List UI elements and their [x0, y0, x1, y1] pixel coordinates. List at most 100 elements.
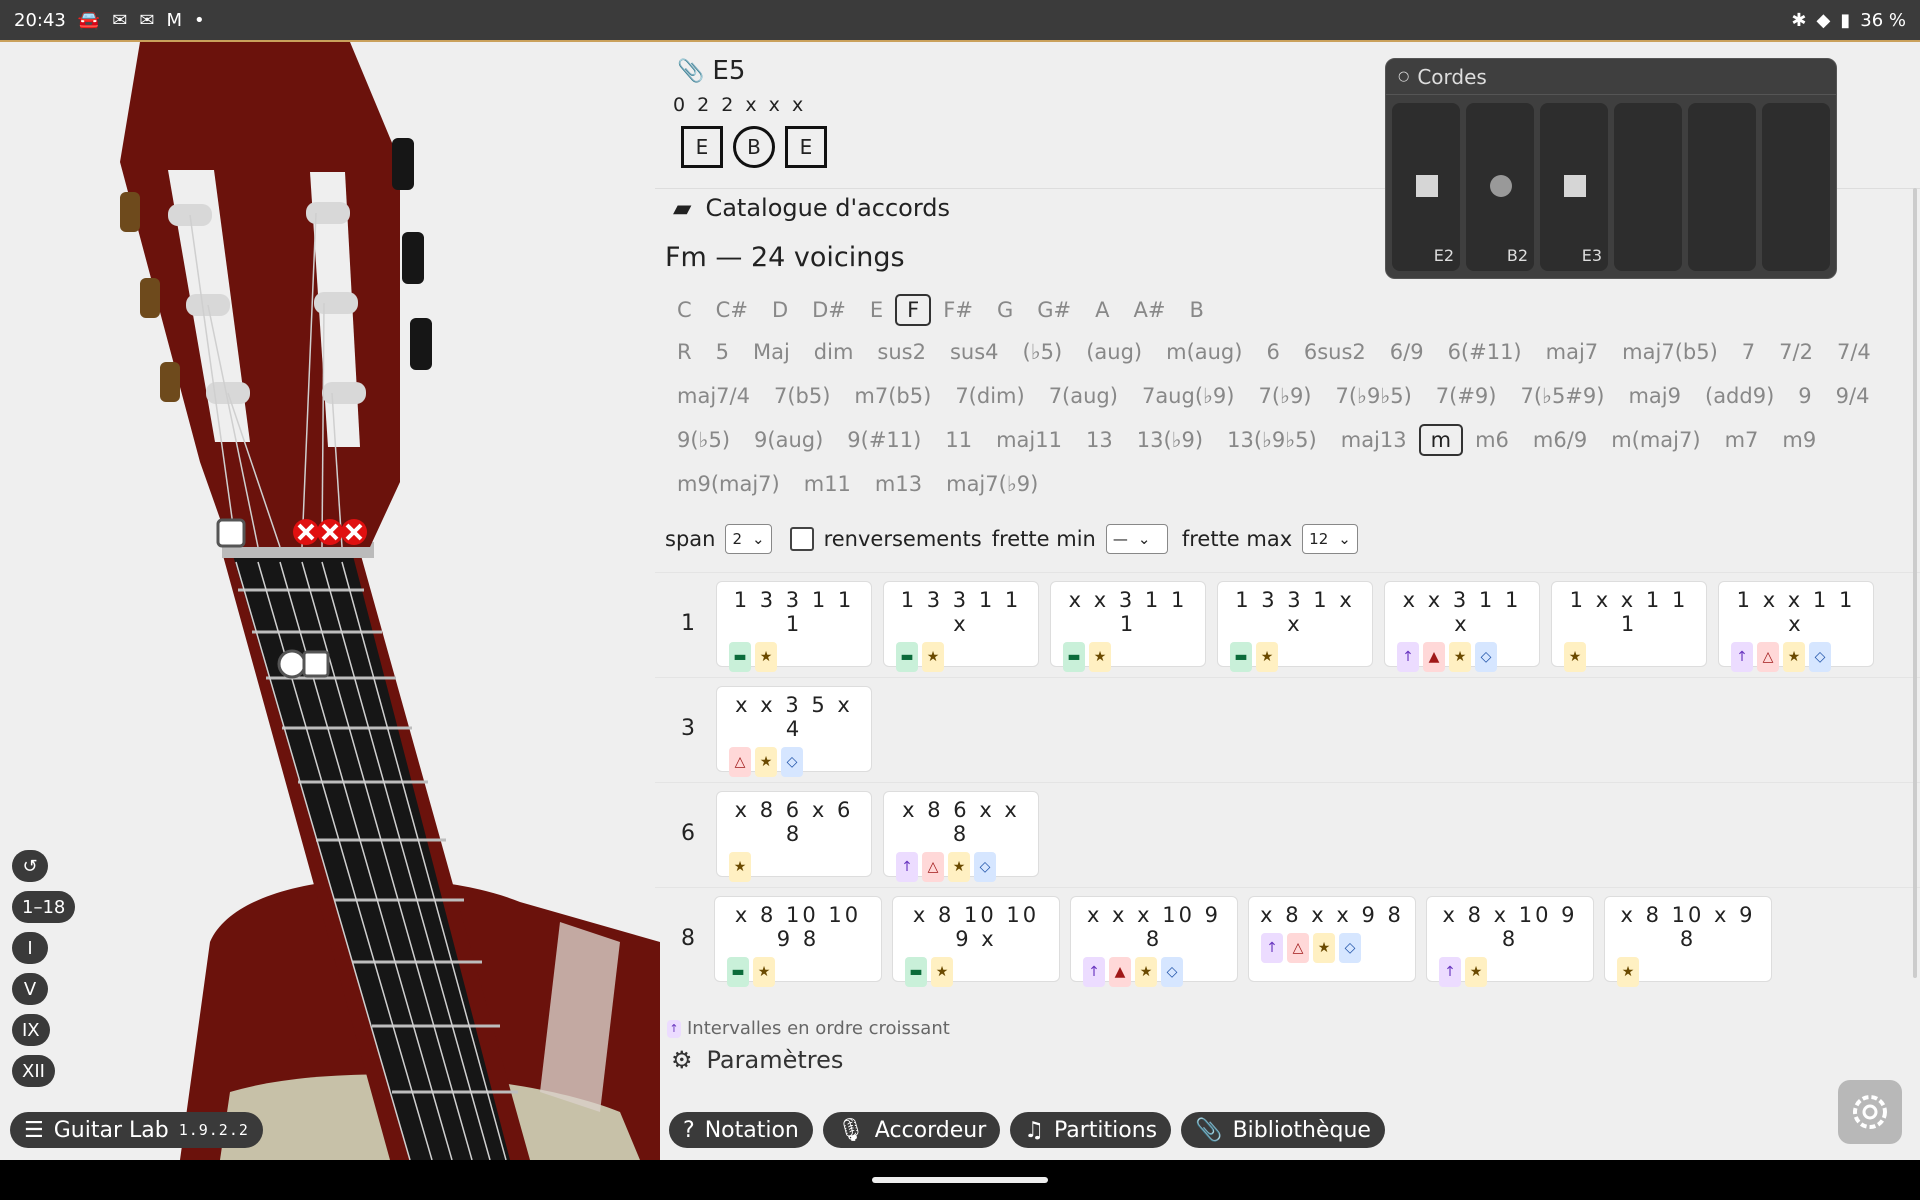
quality-chip[interactable]: Maj: [741, 336, 802, 368]
quality-chip[interactable]: sus4: [938, 336, 1011, 368]
quality-chip[interactable]: 7(dim): [943, 380, 1036, 412]
catalog-header[interactable]: ▰ Catalogue d'accords: [673, 194, 950, 222]
quality-chip[interactable]: 7/2: [1767, 336, 1825, 368]
root-chip[interactable]: D#: [800, 294, 858, 326]
fret-max-select[interactable]: 12 ⌄: [1302, 524, 1358, 554]
quality-chip[interactable]: m6/9: [1521, 424, 1599, 456]
quality-chip[interactable]: 6/9: [1378, 336, 1436, 368]
root-chip[interactable]: G#: [1025, 294, 1083, 326]
quality-chip[interactable]: maj9: [1616, 380, 1693, 412]
paperclip-icon[interactable]: 📎: [677, 59, 704, 84]
quality-chip[interactable]: maj7: [1534, 336, 1611, 368]
tab-notation[interactable]: ? Notation: [669, 1112, 813, 1148]
tab-tuner[interactable]: 🎙 Accordeur: [822, 1112, 1001, 1148]
strings-panel[interactable]: ○ Cordes E2 B2 E3: [1385, 58, 1837, 279]
quality-chip[interactable]: maj7(♭9): [934, 468, 1050, 500]
voicing-card[interactable]: 1 x x 1 1 1 ★: [1551, 581, 1707, 672]
quality-chip[interactable]: 7(♭9♭5): [1324, 380, 1424, 412]
strings-panel-header[interactable]: ○ Cordes: [1386, 59, 1836, 95]
quality-chip[interactable]: 9(♭5): [665, 424, 742, 456]
root-chip[interactable]: G: [985, 294, 1025, 326]
string-slot[interactable]: E2: [1392, 103, 1460, 271]
voicing-card[interactable]: x 8 6 x x 8 ↑ △ ★ ◇: [883, 791, 1039, 882]
root-chip[interactable]: C: [665, 294, 704, 326]
quality-chip[interactable]: 7aug(♭9): [1130, 380, 1247, 412]
voicing-card[interactable]: x x 3 1 1 x ↑ ▲ ★ ◇: [1384, 581, 1540, 672]
quality-chip[interactable]: 11: [933, 424, 984, 456]
voicing-card[interactable]: x 8 10 10 9 8 ▬ ★: [714, 896, 882, 987]
guitar-viewport[interactable]: [0, 42, 660, 1160]
root-chip[interactable]: A: [1083, 294, 1121, 326]
quality-chip[interactable]: 7(aug): [1037, 380, 1130, 412]
quality-chip[interactable]: dim: [802, 336, 866, 368]
home-gesture-handle[interactable]: [872, 1177, 1048, 1183]
inversions-checkbox[interactable]: [789, 527, 814, 551]
position-ix-button[interactable]: IX: [12, 1014, 50, 1046]
settings-gear-button[interactable]: [1838, 1080, 1902, 1144]
string-slot[interactable]: [1762, 103, 1830, 271]
root-chip[interactable]: F#: [931, 294, 985, 326]
root-chip[interactable]: A#: [1121, 294, 1177, 326]
quality-chip[interactable]: 13(♭9): [1125, 424, 1215, 456]
quality-chip[interactable]: sus2: [865, 336, 938, 368]
string-slot[interactable]: [1614, 103, 1682, 271]
voicing-card[interactable]: x x 3 1 1 1 ▬ ★: [1050, 581, 1206, 672]
quality-chip[interactable]: maj11: [984, 424, 1074, 456]
voicing-card[interactable]: x 8 x 10 9 8 ↑ ★: [1426, 896, 1594, 987]
quality-chip[interactable]: 6(#11): [1436, 336, 1534, 368]
catalog-scrollbar[interactable]: [1913, 188, 1917, 978]
quality-chip[interactable]: 9: [1786, 380, 1823, 412]
quality-chip[interactable]: (aug): [1074, 336, 1154, 368]
string-slot[interactable]: B2: [1466, 103, 1534, 271]
position-v-button[interactable]: V: [12, 973, 48, 1005]
app-menu-button[interactable]: ☰ Guitar Lab 1.9.2.2: [10, 1112, 263, 1148]
quality-chip[interactable]: 7(b5): [762, 380, 842, 412]
voicing-card[interactable]: 1 x x 1 1 x ↑ △ ★ ◇: [1718, 581, 1874, 672]
quality-chip[interactable]: maj7(b5): [1610, 336, 1730, 368]
quality-chip[interactable]: 7(#9): [1424, 380, 1509, 412]
quality-chip[interactable]: maj7/4: [665, 380, 762, 412]
string-slot[interactable]: E3: [1540, 103, 1608, 271]
quality-chip[interactable]: 13(♭9♭5): [1215, 424, 1329, 456]
span-select[interactable]: 2 ⌄: [725, 524, 772, 554]
voicing-card[interactable]: 1 3 3 1 1 x ▬ ★: [883, 581, 1039, 672]
fret-range-button[interactable]: 1–18: [12, 891, 76, 923]
voicing-card[interactable]: x 8 x x 9 8 ↑ △ ★ ◇: [1248, 896, 1416, 982]
voicing-card[interactable]: x 8 10 10 9 x ▬ ★: [892, 896, 1060, 987]
quality-chip[interactable]: m6: [1463, 424, 1521, 456]
quality-chip[interactable]: R: [665, 336, 704, 368]
position-i-button[interactable]: I: [12, 932, 48, 964]
quality-chip[interactable]: m11: [792, 468, 863, 500]
string-slot[interactable]: [1688, 103, 1756, 271]
tab-scores[interactable]: ♫ Partitions: [1010, 1112, 1172, 1148]
tab-library[interactable]: 📎 Bibliothèque: [1181, 1112, 1385, 1148]
quality-chip[interactable]: 7/4: [1825, 336, 1883, 368]
voicing-card[interactable]: 1 3 3 1 1 1 ▬ ★: [716, 581, 872, 672]
quality-chip[interactable]: 13: [1074, 424, 1125, 456]
quality-chip[interactable]: 7(♭5#9): [1508, 380, 1616, 412]
position-xii-button[interactable]: XII: [12, 1055, 55, 1087]
quality-chip[interactable]: m(aug): [1154, 336, 1254, 368]
quality-chip[interactable]: m: [1418, 424, 1464, 456]
root-chip[interactable]: E: [858, 294, 895, 326]
fret-min-select[interactable]: — ⌄: [1105, 524, 1168, 554]
quality-chip[interactable]: 7: [1730, 336, 1767, 368]
quality-chip[interactable]: maj13: [1329, 424, 1419, 456]
settings-section-header[interactable]: ⚙ Paramètres: [671, 1046, 843, 1074]
voicing-card[interactable]: x 8 6 x 6 8 ★: [716, 791, 872, 882]
quality-chip[interactable]: m7(b5): [842, 380, 943, 412]
quality-chip[interactable]: 5: [704, 336, 741, 368]
reset-view-button[interactable]: ↺: [12, 850, 48, 882]
quality-chip[interactable]: 9/4: [1824, 380, 1882, 412]
root-chip[interactable]: C#: [704, 294, 760, 326]
quality-chip[interactable]: (add9): [1693, 380, 1786, 412]
quality-chip[interactable]: 6sus2: [1292, 336, 1378, 368]
quality-chip[interactable]: m13: [863, 468, 934, 500]
quality-chip[interactable]: 9(aug): [742, 424, 835, 456]
root-chip[interactable]: D: [760, 294, 800, 326]
quality-chip[interactable]: m9(maj7): [665, 468, 792, 500]
quality-chip[interactable]: 7(♭9): [1246, 380, 1323, 412]
quality-chip[interactable]: 6: [1254, 336, 1291, 368]
root-chip[interactable]: B: [1177, 294, 1215, 326]
quality-chip[interactable]: m(maj7): [1599, 424, 1712, 456]
